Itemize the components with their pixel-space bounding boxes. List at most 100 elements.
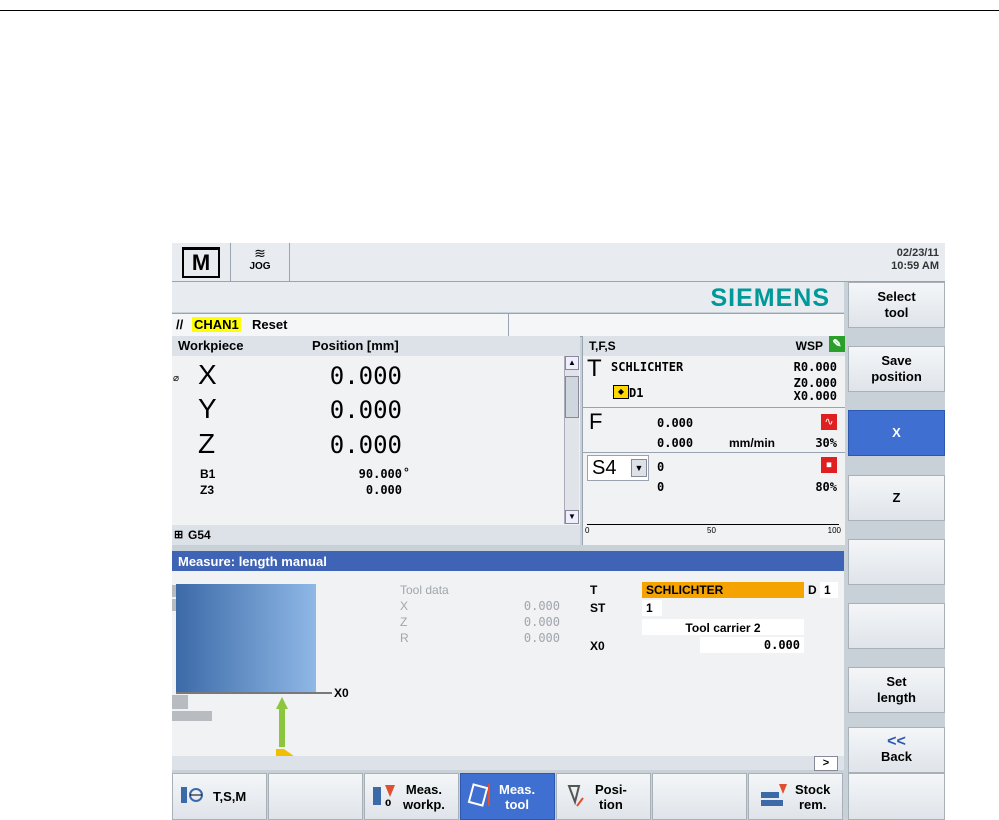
x0-field[interactable]: 0.000 (700, 637, 804, 653)
softkey-back-label: Back (880, 749, 913, 764)
position-scrollbar[interactable]: ▲ ▼ (564, 356, 579, 524)
scroll-thumb[interactable] (565, 376, 579, 418)
tool-letter: T (587, 355, 602, 382)
scroll-down-icon[interactable]: ▼ (565, 510, 579, 524)
softkey-set-length[interactable]: Set length (848, 667, 945, 713)
x0-label: X0 (590, 639, 605, 653)
scroll-right-button[interactable]: > (814, 756, 838, 771)
softkey-z[interactable]: Z (848, 475, 945, 521)
spindle-select[interactable]: S4 ▼ (587, 455, 649, 481)
softkey-bottom-empty-2[interactable] (268, 773, 363, 820)
date-text: 02/23/11 (896, 247, 939, 259)
scale-0: 0 (585, 526, 590, 535)
position-panel: Workpiece Position [mm] ⌀ X 0.000 Y 0.00… (172, 336, 580, 545)
softkey-empty-5[interactable] (848, 539, 945, 585)
tool-x: X0.000 (793, 389, 837, 403)
tool-carrier-value: Tool carrier 2 (685, 621, 761, 635)
tfs-title: T,F,S (589, 339, 616, 353)
softkey-meas-tool-line1: Meas. (499, 781, 536, 797)
tool-name-value: SCHLICHTER (646, 583, 724, 597)
tool-carrier-field[interactable]: Tool carrier 2 (642, 619, 804, 635)
softkey-bottom-empty-8[interactable] (848, 773, 945, 820)
softkey-tsm[interactable]: T,S,M (172, 773, 267, 820)
position-header: Workpiece Position [mm] (172, 336, 580, 356)
softkey-meas-workp-line1: Meas. (405, 781, 443, 797)
softkey-position-line2: tion (598, 796, 623, 812)
svg-text:0: 0 (385, 799, 391, 807)
axis-unit-b1: ° (404, 465, 409, 479)
softkey-x[interactable]: X (848, 410, 945, 456)
spindle-label: S4 (592, 457, 617, 479)
d-field[interactable]: 1 (820, 582, 838, 598)
col-workpiece: Workpiece (178, 338, 244, 353)
d-value: 1 (824, 583, 831, 597)
frame-icon: ⊞ (174, 529, 184, 541)
softkey-save-position-line2: position (871, 369, 922, 384)
stock-removal-icon (759, 782, 789, 811)
spindle-override: 80% (815, 480, 837, 494)
softkey-tsm-label: T,S,M (213, 789, 247, 804)
tool-z: Z0.000 (793, 376, 837, 390)
cutting-edge-icon: ◆ (613, 385, 629, 399)
softkey-meas-tool-line2: tool (505, 796, 529, 812)
measure-title: Measure: length manual (178, 554, 327, 569)
jog-label: JOG (249, 261, 271, 272)
tfs-divider-2 (583, 452, 845, 453)
softkey-position-line1: Posi- (595, 781, 627, 797)
frame-footer: ⊞ G54 (172, 525, 580, 545)
channel-name: CHAN1 (192, 317, 241, 332)
axis-value-x: 0.000 (329, 362, 402, 390)
tool-data-label: Tool data (400, 583, 449, 597)
softkey-save-position[interactable]: Save position (848, 346, 945, 392)
axis-value-z: 0.000 (329, 431, 402, 459)
spindle-stop-icon: ⏹ (821, 457, 837, 473)
x0-value: 0.000 (763, 638, 800, 652)
horizontal-scroll-strip: > (172, 756, 844, 771)
softkey-stock-removal-line2: rem. (798, 796, 827, 812)
spindle-load-scale (587, 524, 839, 525)
tfs-header: T,F,S WSP ✎ (583, 336, 845, 356)
date-time: 02/23/11 10:59 AM (891, 247, 939, 273)
graphic-x0-label: X0 (334, 686, 349, 700)
softkey-meas-tool[interactable]: Meas. tool (460, 773, 555, 820)
t-label: T (590, 583, 598, 597)
softkey-select-tool[interactable]: Select tool (848, 282, 945, 328)
feed-letter: F (589, 409, 603, 434)
back-chevron-icon: << (887, 733, 906, 750)
softkey-stock-removal-label: Stock rem. (795, 782, 830, 812)
measure-graphic (172, 584, 332, 756)
softkey-back[interactable]: << Back (848, 727, 945, 773)
wsp-label: WSP (795, 339, 823, 353)
softkey-meas-tool-label: Meas. tool (499, 782, 535, 812)
spindle-value-1: 0 (657, 460, 665, 474)
tsm-icon (179, 784, 207, 809)
feed-value-2: 0.000 (657, 436, 694, 450)
feed-override: 30% (815, 436, 837, 450)
softkey-save-position-line1: Save (881, 353, 912, 368)
softkey-position[interactable]: Posi- tion (556, 773, 651, 820)
softkey-meas-workp-line2: workp. (403, 796, 445, 812)
tool-data-r-value: 0.000 (523, 631, 560, 645)
feed-override-icon: ∿ (821, 414, 837, 430)
axis-value-b1: 90.000 (358, 467, 402, 481)
softkey-empty-6[interactable] (848, 603, 945, 649)
axis-name-y: Y (198, 393, 217, 424)
softkey-stock-removal[interactable]: Stock rem. (748, 773, 843, 820)
scroll-up-icon[interactable]: ▲ (565, 356, 579, 370)
axis-value-y: 0.000 (329, 396, 402, 424)
softkey-bottom-empty-6[interactable] (652, 773, 747, 820)
tool-data-z-label: Z (400, 615, 408, 629)
top-rule (0, 10, 999, 11)
softkey-meas-workp[interactable]: 0 Meas. workp. (364, 773, 459, 820)
tool-name: SCHLICHTER (611, 360, 684, 374)
tool-name-field[interactable]: SCHLICHTER (642, 582, 804, 598)
machine-area-button[interactable]: M (172, 243, 231, 281)
axis-value-z3: 0.000 (365, 483, 402, 497)
chevron-down-icon[interactable]: ▼ (631, 459, 647, 477)
tool-data-r-label: R (400, 631, 409, 645)
st-field[interactable]: 1 (642, 600, 662, 616)
axis-name-z3: Z3 (200, 483, 215, 497)
hmi-screen: M ≋ JOG 02/23/11 10:59 AM SIEMENS // CHA… (172, 243, 945, 820)
softkey-position-label: Posi- tion (595, 782, 627, 812)
tfs-panel: T,F,S WSP ✎ T SCHLICHTER R0.000 Z0.000 X… (582, 336, 845, 545)
